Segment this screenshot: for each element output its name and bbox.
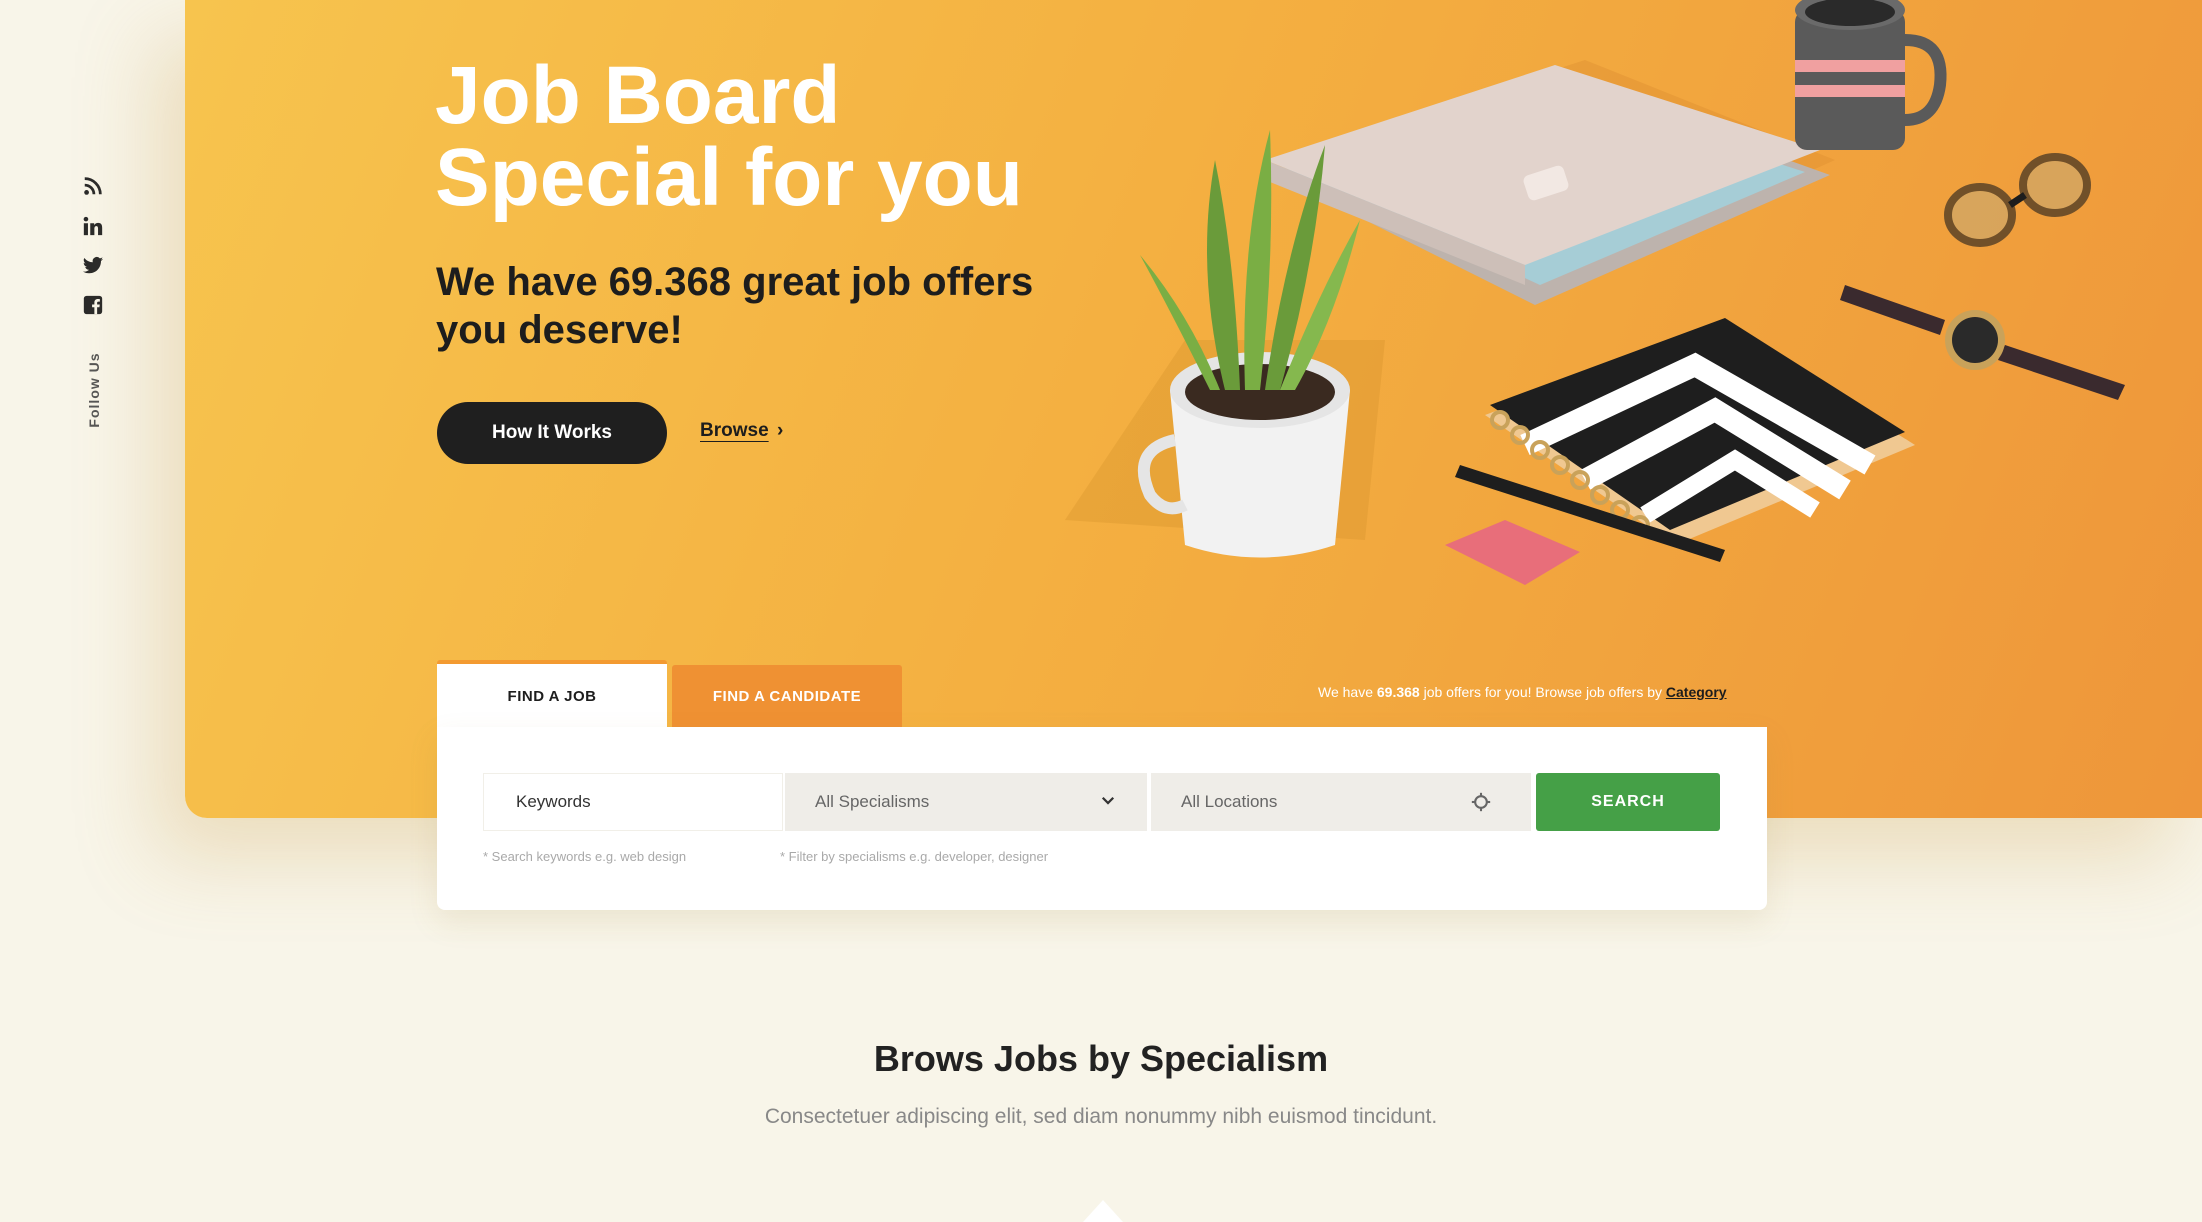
- follow-us-label: Follow Us: [86, 352, 102, 428]
- linkedin-icon[interactable]: [82, 215, 104, 237]
- section-subtitle: Consectetuer adipiscing elit, sed diam n…: [764, 1105, 1438, 1128]
- offers-note-middle: job offers for you! Browse job offers by: [1419, 684, 1666, 700]
- how-it-works-button[interactable]: How It Works: [437, 402, 667, 464]
- location-select[interactable]: All Locations: [1151, 773, 1531, 831]
- browse-link[interactable]: Browse: [700, 420, 769, 442]
- specialism-hint: * Filter by specialisms e.g. developer, …: [780, 849, 1049, 864]
- section-caret: [1083, 1200, 1123, 1222]
- desk-illustration: [1065, 0, 2125, 585]
- location-select-value: All Locations: [1181, 792, 1278, 811]
- keywords-input[interactable]: [483, 773, 783, 831]
- tab-find-a-candidate[interactable]: FIND A CANDIDATE: [672, 665, 902, 728]
- chevron-down-icon: [1101, 796, 1115, 805]
- offers-note: We have 69.368 job offers for you! Brows…: [1318, 684, 1727, 700]
- chevron-right-icon: ›: [777, 420, 784, 441]
- twitter-icon[interactable]: [82, 254, 104, 276]
- offers-note-count: 69.368: [1376, 684, 1420, 700]
- section-title: Brows Jobs by Specialism: [873, 1038, 1329, 1079]
- offers-note-prefix: We have: [1318, 684, 1377, 700]
- keywords-hint: * Search keywords e.g. web design: [483, 849, 687, 864]
- job-search-panel: All Specialisms All Locations SEARCH * S…: [437, 727, 1767, 910]
- specialism-select-value: All Specialisms: [815, 792, 930, 811]
- crosshair-icon[interactable]: [1471, 792, 1491, 812]
- search-button[interactable]: SEARCH: [1536, 773, 1720, 831]
- specialism-select[interactable]: All Specialisms: [785, 773, 1147, 831]
- category-link[interactable]: Category: [1666, 684, 1727, 700]
- rss-icon[interactable]: [82, 175, 104, 197]
- facebook-icon[interactable]: [82, 294, 104, 316]
- tab-find-a-job[interactable]: FIND A JOB: [437, 660, 667, 728]
